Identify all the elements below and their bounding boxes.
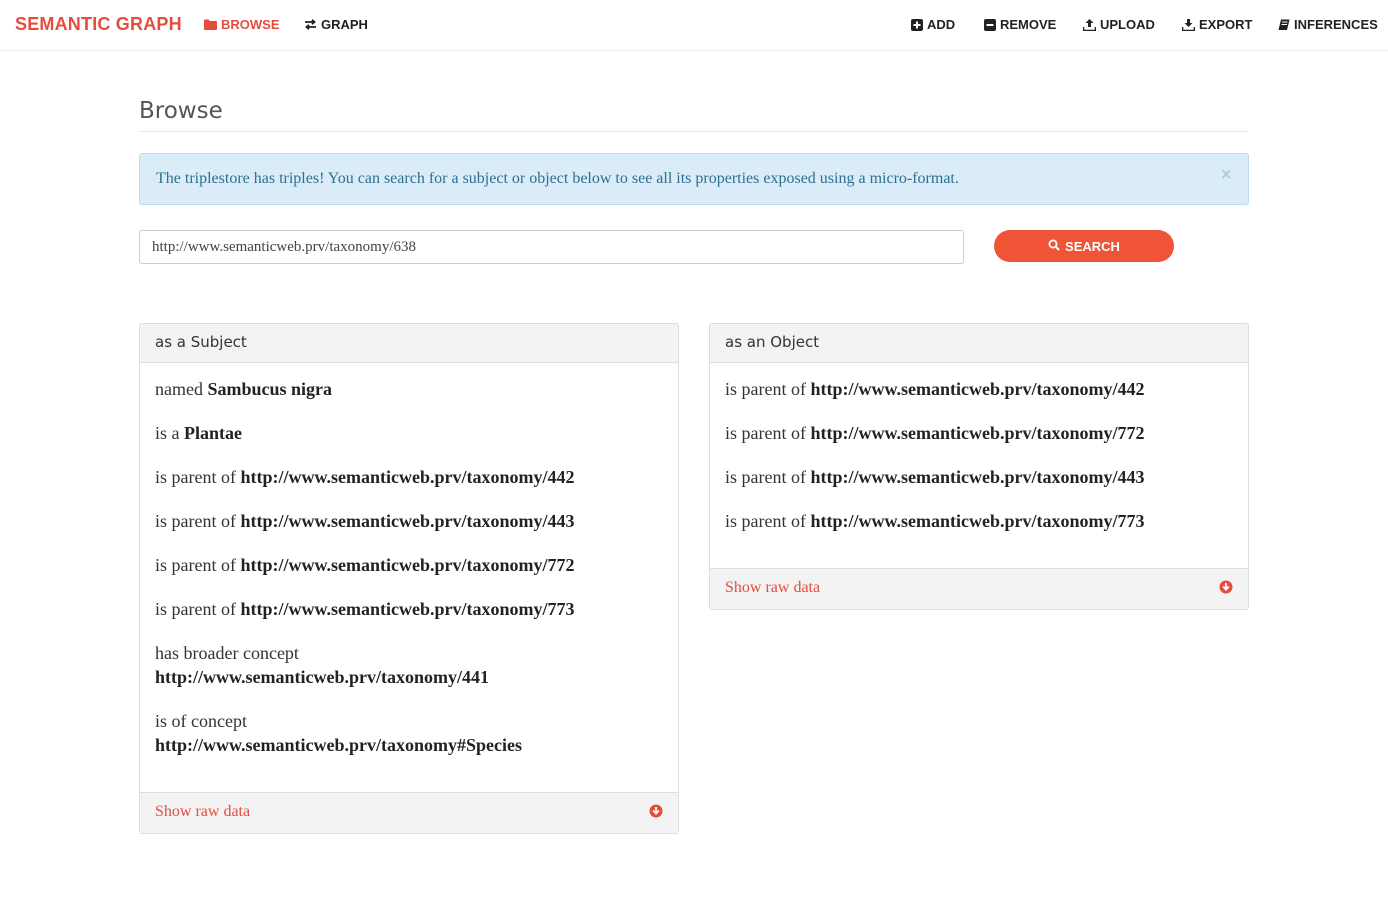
- predicate-label: is a: [155, 423, 184, 443]
- object-panel-footer: Show raw data: [710, 568, 1248, 609]
- object-link[interactable]: http://www.semanticweb.prv/taxonomy/441: [155, 667, 489, 687]
- list-item: has broader concept http://www.semanticwe…: [155, 641, 663, 689]
- arrow-circle-down-icon[interactable]: [649, 804, 663, 818]
- upload-icon: [1083, 18, 1096, 31]
- nav-inferences[interactable]: INFERENCES: [1278, 17, 1378, 32]
- plus-square-icon: [911, 18, 923, 31]
- nav-graph-label: GRAPH: [321, 17, 368, 32]
- search-button-label: SEARCH: [1065, 238, 1120, 254]
- nav-inferences-label: INFERENCES: [1294, 17, 1378, 32]
- predicate-label: is parent of: [725, 423, 811, 443]
- brand-logo[interactable]: SEMANTIC GRAPH: [15, 14, 182, 35]
- object-link[interactable]: http://www.semanticweb.prv/taxonomy/442: [240, 467, 574, 487]
- list-item: is parent of http://www.semanticweb.prv/…: [725, 465, 1233, 489]
- object-link[interactable]: http://www.semanticweb.prv/taxonomy/773: [240, 599, 574, 619]
- folder-icon: [204, 19, 217, 30]
- top-navbar: SEMANTIC GRAPH BROWSE GRAPH ADD REMOVE U…: [0, 0, 1388, 51]
- book-icon: [1278, 19, 1290, 31]
- search-icon: [1048, 239, 1060, 254]
- alert-message: The triplestore has triples! You can sea…: [156, 170, 959, 187]
- arrow-circle-down-icon[interactable]: [1219, 580, 1233, 594]
- predicate-label: named: [155, 379, 208, 399]
- search-button[interactable]: SEARCH: [994, 230, 1174, 262]
- subject-panel: as a Subject named Sambucus nigra is a P…: [139, 323, 679, 834]
- minus-square-icon: [984, 18, 996, 31]
- page-title: Browse: [139, 98, 223, 124]
- show-raw-data-link[interactable]: Show raw data: [155, 803, 250, 820]
- show-raw-data-link[interactable]: Show raw data: [725, 579, 820, 596]
- exchange-icon: [304, 19, 317, 30]
- subject-panel-body: named Sambucus nigra is a Plantae is par…: [140, 363, 678, 757]
- predicate-label: is of concept: [155, 711, 247, 731]
- predicate-label: is parent of: [155, 511, 241, 531]
- object-link[interactable]: http://www.semanticweb.prv/taxonomy/773: [810, 511, 1144, 531]
- close-icon[interactable]: ×: [1220, 165, 1232, 185]
- list-item: is parent of http://www.semanticweb.prv/…: [725, 509, 1233, 533]
- list-item: is parent of http://www.semanticweb.prv/…: [155, 553, 663, 577]
- object-value: Sambucus nigra: [207, 379, 333, 399]
- download-icon: [1182, 18, 1195, 31]
- list-item: named Sambucus nigra: [155, 377, 663, 401]
- nav-add[interactable]: ADD: [911, 17, 955, 32]
- nav-upload-label: UPLOAD: [1100, 17, 1155, 32]
- predicate-label: is parent of: [725, 511, 811, 531]
- list-item: is of concept http://www.semanticweb.prv/…: [155, 709, 663, 757]
- object-link[interactable]: http://www.semanticweb.prv/taxonomy/442: [810, 379, 1144, 399]
- list-item: is parent of http://www.semanticweb.prv/…: [155, 465, 663, 489]
- subject-panel-footer: Show raw data: [140, 792, 678, 833]
- object-value: Plantae: [184, 423, 242, 443]
- info-alert: The triplestore has triples! You can sea…: [139, 153, 1249, 205]
- object-panel-body: is parent of http://www.semanticweb.prv/…: [710, 363, 1248, 533]
- nav-upload[interactable]: UPLOAD: [1083, 17, 1155, 32]
- object-link[interactable]: http://www.semanticweb.prv/taxonomy/772: [810, 423, 1144, 443]
- predicate-label: is parent of: [155, 599, 241, 619]
- nav-remove[interactable]: REMOVE: [984, 17, 1056, 32]
- predicate-label: is parent of: [725, 379, 811, 399]
- title-divider: [139, 131, 1249, 132]
- list-item: is a Plantae: [155, 421, 663, 445]
- predicate-label: is parent of: [155, 555, 241, 575]
- object-link[interactable]: http://www.semanticweb.prv/taxonomy/443: [240, 511, 574, 531]
- object-panel: as an Object is parent of http://www.sem…: [709, 323, 1249, 610]
- predicate-label: is parent of: [725, 467, 811, 487]
- list-item: is parent of http://www.semanticweb.prv/…: [725, 421, 1233, 445]
- predicate-label: has broader concept: [155, 643, 299, 663]
- nav-browse[interactable]: BROWSE: [204, 17, 280, 32]
- nav-graph[interactable]: GRAPH: [304, 17, 368, 32]
- subject-panel-heading: as a Subject: [140, 324, 678, 363]
- object-panel-heading: as an Object: [710, 324, 1248, 363]
- list-item: is parent of http://www.semanticweb.prv/…: [155, 509, 663, 533]
- nav-export[interactable]: EXPORT: [1182, 17, 1252, 32]
- list-item: is parent of http://www.semanticweb.prv/…: [725, 377, 1233, 401]
- object-link[interactable]: http://www.semanticweb.prv/taxonomy/772: [240, 555, 574, 575]
- object-link[interactable]: http://www.semanticweb.prv/taxonomy/443: [810, 467, 1144, 487]
- nav-remove-label: REMOVE: [1000, 17, 1057, 32]
- nav-browse-label: BROWSE: [221, 17, 280, 32]
- nav-add-label: ADD: [927, 17, 956, 32]
- search-input[interactable]: [139, 230, 964, 264]
- predicate-label: is parent of: [155, 467, 241, 487]
- object-link[interactable]: http://www.semanticweb.prv/taxonomy#Spec…: [155, 735, 522, 755]
- nav-export-label: EXPORT: [1199, 17, 1253, 32]
- list-item: is parent of http://www.semanticweb.prv/…: [155, 597, 663, 621]
